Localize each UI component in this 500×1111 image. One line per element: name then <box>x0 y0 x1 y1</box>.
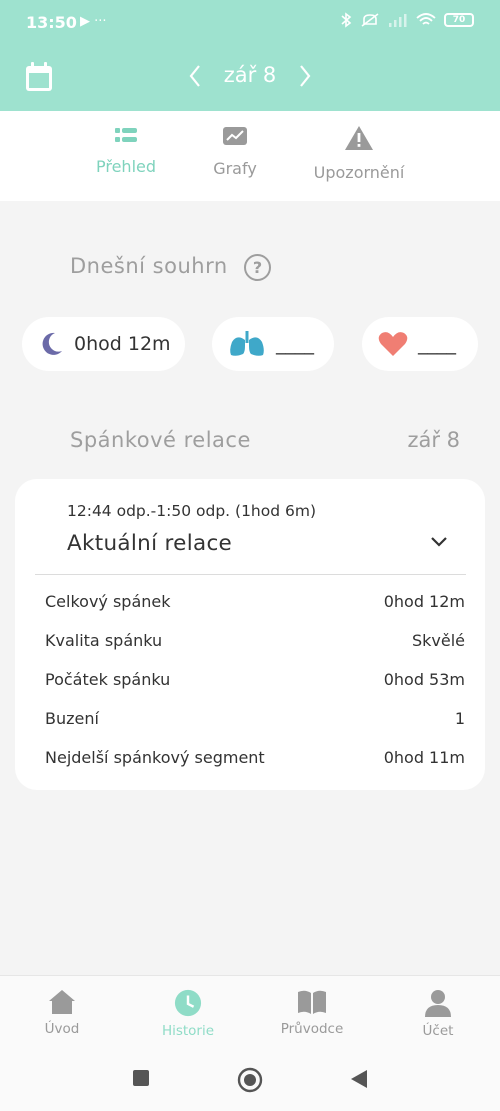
sessions-date: zář 8 <box>407 428 460 452</box>
system-navigation-bar <box>0 1047 500 1111</box>
recents-icon[interactable] <box>132 1069 150 1087</box>
tab-grafy[interactable]: Grafy <box>200 125 270 178</box>
sleep-summary-pill[interactable]: 0hod 12m <box>22 317 185 371</box>
session-row: Nejdelší spánkový segment 0hod 11m <box>45 748 465 772</box>
nav-ucet[interactable]: Účet <box>388 989 488 1039</box>
divider <box>35 574 466 575</box>
list-icon <box>115 128 137 142</box>
user-icon <box>425 990 451 1017</box>
nav-label: Účet <box>422 1023 454 1039</box>
bottom-navigation: Úvod Historie Průvodce Účet <box>0 975 500 1047</box>
heart-summary-pill[interactable]: ____ <box>362 317 478 371</box>
tab-bar: Přehled Grafy Upozornění <box>0 111 500 201</box>
moon-icon <box>38 331 64 357</box>
nav-label: Průvodce <box>280 1021 344 1037</box>
row-label: Kvalita spánku <box>45 631 163 650</box>
tab-upozorneni[interactable]: Upozornění <box>300 125 418 182</box>
row-value: 0hod 12m <box>383 592 465 611</box>
session-row: Kvalita spánku Skvělé <box>45 631 465 655</box>
row-label: Počátek spánku <box>45 670 171 689</box>
nav-label: Úvod <box>44 1021 80 1037</box>
session-row: Počátek spánku 0hod 53m <box>45 670 465 694</box>
home-button-icon[interactable] <box>237 1067 263 1093</box>
row-value: 0hod 11m <box>383 748 465 767</box>
nav-label: Historie <box>161 1023 215 1039</box>
chevron-right-icon[interactable] <box>297 62 313 90</box>
row-value: 1 <box>454 709 465 728</box>
session-time-range: 12:44 odp.-1:50 odp. (1hod 6m) <box>67 502 317 520</box>
row-label: Nejdelší spánkový segment <box>45 748 265 767</box>
summary-title: Dnešní souhrn <box>70 254 228 278</box>
app-header: 13:50 ▶ ··· 70 zář 8 <box>0 0 500 111</box>
signal-icon <box>389 14 407 27</box>
chart-icon <box>223 127 247 145</box>
nav-historie[interactable]: Historie <box>138 989 238 1039</box>
bluetooth-icon <box>341 12 352 28</box>
session-row: Buzení 1 <box>45 709 465 733</box>
nav-pruvodce[interactable]: Průvodce <box>262 989 362 1037</box>
tab-label: Grafy <box>213 159 257 178</box>
wifi-icon <box>416 13 436 25</box>
chevron-down-icon[interactable] <box>429 535 449 549</box>
tab-label: Upozornění <box>313 163 405 182</box>
row-value: Skvělé <box>411 631 465 650</box>
status-time: 13:50 <box>26 13 77 32</box>
status-bar: 13:50 ▶ ··· 70 <box>0 0 500 46</box>
status-right-icons: 70 <box>340 12 474 28</box>
back-icon[interactable] <box>350 1069 368 1089</box>
session-row: Celkový spánek 0hod 12m <box>45 592 465 616</box>
status-left-icons: ▶ ··· <box>80 14 107 29</box>
breathing-summary-pill[interactable]: ____ <box>212 317 334 371</box>
battery-indicator: 70 <box>444 13 474 27</box>
tab-prehled[interactable]: Přehled <box>86 125 166 176</box>
breathing-summary-value: ____ <box>276 333 314 355</box>
row-label: Buzení <box>45 709 99 728</box>
nav-uvod[interactable]: Úvod <box>12 989 112 1037</box>
row-label: Celkový spánek <box>45 592 171 611</box>
session-card[interactable]: 12:44 odp.-1:50 odp. (1hod 6m) Aktuální … <box>15 479 485 790</box>
home-icon <box>49 990 75 1014</box>
sleep-summary-value: 0hod 12m <box>74 333 171 355</box>
heart-icon <box>378 331 408 357</box>
clock-icon <box>174 989 202 1017</box>
date-navigator: zář 8 <box>0 60 500 90</box>
tab-label: Přehled <box>95 157 157 176</box>
help-icon[interactable]: ? <box>244 254 271 281</box>
session-name: Aktuální relace <box>67 531 233 556</box>
book-icon <box>298 990 326 1014</box>
sessions-title: Spánkové relace <box>70 428 251 452</box>
current-date[interactable]: zář 8 <box>224 60 277 90</box>
mute-icon <box>361 13 379 27</box>
row-value: 0hod 53m <box>383 670 465 689</box>
warning-icon <box>345 126 373 150</box>
lungs-icon <box>228 330 266 358</box>
heart-summary-value: ____ <box>418 333 456 355</box>
